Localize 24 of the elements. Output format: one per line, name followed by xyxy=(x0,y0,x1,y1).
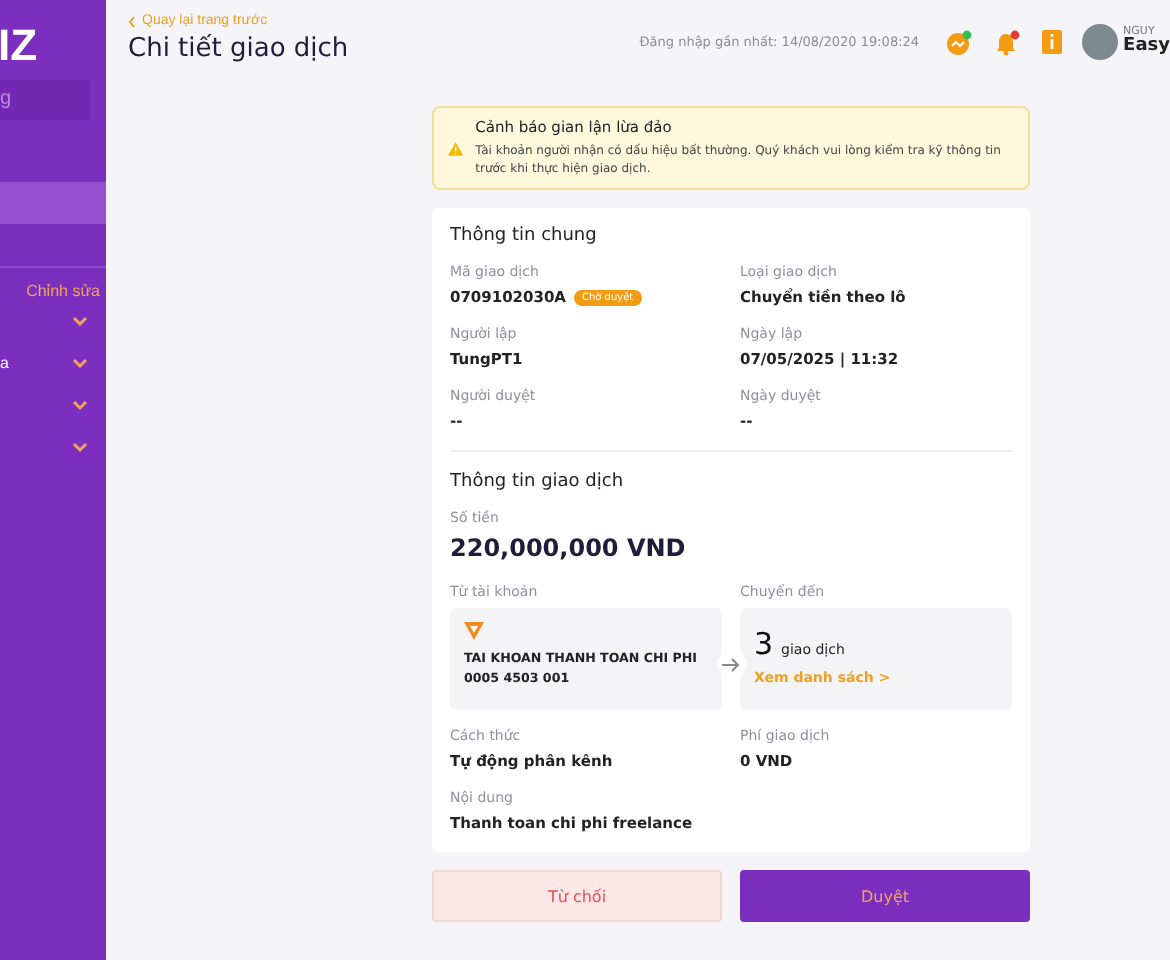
chevron-down-icon[interactable] xyxy=(72,400,88,410)
section-title: Thông tin giao dịch xyxy=(450,472,624,492)
page-title: Chi tiết giao dịch xyxy=(128,34,349,64)
bell-icon[interactable] xyxy=(993,29,1020,55)
bank-logo-icon xyxy=(464,622,484,640)
approve-button[interactable]: Duyệt xyxy=(740,870,1030,922)
section-title: Thông tin chung xyxy=(450,226,597,246)
chevron-down-icon[interactable] xyxy=(72,358,88,368)
transaction-count: 3 xyxy=(754,626,774,662)
reject-button[interactable]: Từ chối xyxy=(432,870,722,922)
amount-value: 220,000,000 VND xyxy=(450,534,686,562)
edit-link[interactable]: Chỉnh sửa xyxy=(26,282,100,300)
arrow-right-icon xyxy=(722,657,740,671)
user-name: Easy xyxy=(1123,38,1170,58)
sidebar-group-label: a xyxy=(0,354,9,372)
chevron-down-icon[interactable] xyxy=(72,442,88,452)
chat-icon[interactable] xyxy=(945,29,972,55)
search-field[interactable]: g xyxy=(0,80,90,120)
chevron-down-icon[interactable] xyxy=(72,316,88,326)
logo: IZ xyxy=(0,20,38,72)
chevron-left-icon xyxy=(128,15,136,27)
warning-icon xyxy=(448,139,464,157)
info-icon[interactable] xyxy=(1041,29,1062,55)
avatar[interactable] xyxy=(1081,24,1118,60)
